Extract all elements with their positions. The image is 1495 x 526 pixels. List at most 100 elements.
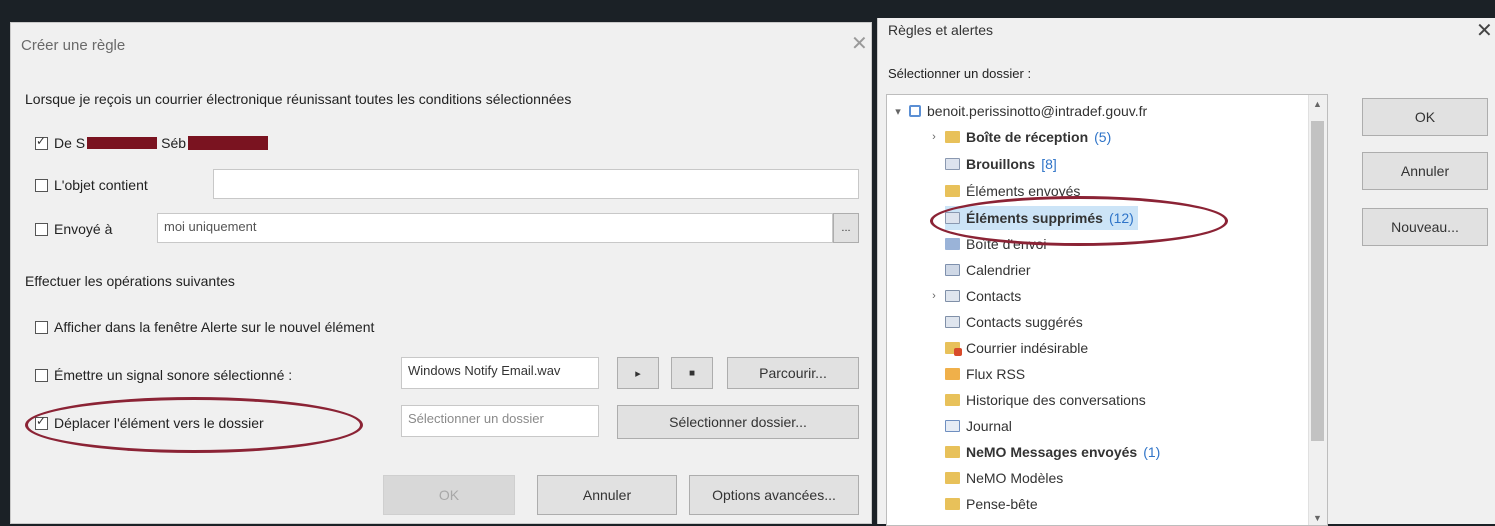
folder-icon: [945, 446, 960, 458]
from-checkbox[interactable]: [35, 134, 48, 150]
tree-item-inbox[interactable]: › Boîte de réception (5): [929, 125, 1111, 149]
cancel-button[interactable]: Annuler: [1362, 152, 1488, 190]
conditions-heading: Lorsque je reçois un courrier électroniq…: [25, 91, 572, 107]
drafts-icon: [945, 158, 960, 170]
from-condition-row: De S Séb: [35, 134, 269, 151]
folder-label: Éléments envoyés: [966, 183, 1081, 199]
rules-alerts-dialog: Règles et alertes ✕ Sélectionner un doss…: [877, 18, 1495, 526]
tree-item-drafts[interactable]: Brouillons [8]: [945, 152, 1057, 176]
tree-item-rss[interactable]: Flux RSS: [945, 362, 1025, 386]
sound-label: Émettre un signal sonore sélectionné :: [54, 367, 293, 383]
select-folder-button[interactable]: Sélectionner dossier...: [617, 405, 859, 439]
subject-checkbox[interactable]: [35, 178, 48, 192]
sent-folder-icon: [945, 185, 960, 197]
journal-icon: [945, 420, 960, 432]
inbox-folder-icon: [945, 131, 960, 143]
tree-item-sent[interactable]: Éléments envoyés: [945, 179, 1080, 203]
tree-account-root[interactable]: ▾ benoit.perissinotto@intradef.gouv.fr: [893, 99, 1147, 123]
stop-sound-button[interactable]: ■: [671, 357, 713, 389]
folder-label: Flux RSS: [966, 366, 1026, 382]
tree-item-nemo-templates[interactable]: NeMO Modèles: [945, 466, 1063, 490]
folder-icon: [945, 472, 960, 484]
tree-item-suggested-contacts[interactable]: Contacts suggérés: [945, 310, 1083, 334]
from-label: De S: [54, 135, 86, 151]
select-folder-prompt: Sélectionner un dossier :: [888, 66, 1032, 81]
advanced-options-button[interactable]: Options avancées...: [689, 475, 859, 515]
subject-input[interactable]: [213, 169, 859, 199]
folder-count: (1): [1143, 444, 1161, 460]
expand-arrow-icon[interactable]: ›: [929, 290, 939, 302]
folder-label: NeMO Messages envoyés: [966, 444, 1138, 460]
folder-label: Calendrier: [966, 262, 1031, 278]
move-label: Déplacer l'élément vers le dossier: [54, 415, 264, 431]
folder-label: Historique des conversations: [966, 392, 1146, 408]
folder-label: Journal: [966, 418, 1012, 434]
folder-icon: [945, 498, 960, 510]
tree-item-conversation-history[interactable]: Historique des conversations: [945, 388, 1146, 412]
tree-item-outbox[interactable]: Boîte d'envoi: [945, 232, 1047, 256]
sent-to-dropdown-button[interactable]: ...: [833, 213, 859, 243]
folder-label: Éléments supprimés: [966, 210, 1103, 226]
tree-item-notes[interactable]: Pense-bête: [945, 492, 1038, 516]
subject-condition-row: L'objet contient: [35, 177, 148, 193]
contacts-icon: [945, 316, 960, 328]
close-icon[interactable]: ✕: [1476, 18, 1493, 43]
folder-count: (5): [1094, 129, 1112, 145]
account-icon: [909, 105, 921, 117]
new-folder-button[interactable]: Nouveau...: [1362, 208, 1488, 246]
create-rule-dialog: Créer une règle ✕ Lorsque je reçois un c…: [10, 22, 872, 524]
actions-heading: Effectuer les opérations suivantes: [25, 273, 235, 289]
tree-item-calendar[interactable]: Calendrier: [945, 258, 1031, 282]
folder-count: (12): [1108, 210, 1134, 226]
folder-tree[interactable]: ▾ benoit.perissinotto@intradef.gouv.fr ›…: [886, 94, 1328, 526]
contacts-icon: [945, 290, 960, 302]
target-folder-input[interactable]: Sélectionner un dossier: [401, 405, 599, 437]
tree-item-deleted[interactable]: Éléments supprimés (12): [945, 206, 1138, 230]
subject-label: L'objet contient: [54, 177, 148, 193]
alert-checkbox[interactable]: [35, 320, 48, 334]
ok-button[interactable]: OK: [383, 475, 515, 515]
rss-folder-icon: [945, 368, 960, 380]
tree-item-junk[interactable]: Courrier indésirable: [945, 336, 1088, 360]
sound-checkbox[interactable]: [35, 368, 48, 382]
browse-button[interactable]: Parcourir...: [727, 357, 859, 389]
close-icon[interactable]: ✕: [851, 31, 868, 56]
sent-to-label: Envoyé à: [54, 221, 113, 237]
expand-arrow-icon[interactable]: ›: [929, 131, 939, 143]
calendar-icon: [945, 264, 960, 276]
move-checkbox[interactable]: [35, 414, 48, 430]
scroll-down-icon[interactable]: ▼: [1313, 513, 1322, 523]
deleted-items-icon: [945, 212, 960, 224]
folder-label: Brouillons: [966, 156, 1036, 172]
tree-item-contacts[interactable]: › Contacts: [929, 284, 1021, 308]
tree-scrollbar[interactable]: ▲ ▼: [1308, 95, 1327, 525]
redaction-block: [87, 137, 158, 149]
sound-action-row: Émettre un signal sonore sélectionné :: [35, 367, 292, 383]
play-sound-button[interactable]: ▸: [617, 357, 659, 389]
outbox-icon: [945, 238, 960, 250]
scroll-up-icon[interactable]: ▲: [1313, 99, 1322, 109]
folder-count: [8]: [1041, 156, 1057, 172]
from-label-mid: Séb: [161, 135, 187, 151]
sent-to-select[interactable]: moi uniquement: [157, 213, 833, 243]
tree-item-nemo-sent[interactable]: NeMO Messages envoyés (1): [945, 440, 1160, 464]
ok-button[interactable]: OK: [1362, 98, 1488, 136]
cancel-button[interactable]: Annuler: [537, 475, 677, 515]
account-label: benoit.perissinotto@intradef.gouv.fr: [927, 103, 1148, 119]
folder-label: Boîte d'envoi: [966, 236, 1047, 252]
folder-icon: [945, 394, 960, 406]
collapse-arrow-icon[interactable]: ▾: [893, 105, 903, 118]
junk-folder-icon: [945, 342, 962, 356]
scroll-thumb[interactable]: [1311, 121, 1324, 441]
alert-action-row: Afficher dans la fenêtre Alerte sur le n…: [35, 319, 374, 335]
folder-label: Contacts: [966, 288, 1022, 304]
alert-label: Afficher dans la fenêtre Alerte sur le n…: [54, 319, 375, 335]
tree-item-journal[interactable]: Journal: [945, 414, 1012, 438]
dialog-title: Créer une règle: [21, 37, 126, 54]
move-action-row: Déplacer l'élément vers le dossier: [35, 414, 264, 431]
folder-label: NeMO Modèles: [966, 470, 1064, 486]
folder-label: Boîte de réception: [966, 129, 1089, 145]
sound-file-input[interactable]: Windows Notify Email.wav: [401, 357, 599, 389]
dialog-title: Règles et alertes: [888, 22, 994, 38]
sent-to-checkbox[interactable]: [35, 222, 48, 236]
